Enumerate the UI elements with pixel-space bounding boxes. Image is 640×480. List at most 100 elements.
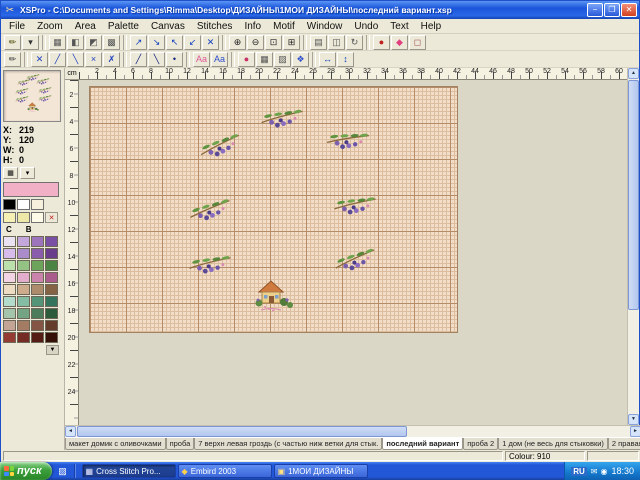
minimize-button[interactable]: − [587,3,603,17]
palette-swatch[interactable] [3,296,16,307]
vertical-scroll-thumb[interactable] [628,80,639,310]
zoom-in-icon[interactable]: ⊕ [229,35,246,50]
palette-swatch[interactable] [31,320,44,331]
quarter-stitch-icon[interactable]: ◩ [85,35,102,50]
palette-swatch[interactable] [17,236,30,247]
palette-swatch[interactable] [17,284,30,295]
light-color-swatch[interactable] [17,212,30,223]
flip-horizontal-icon[interactable]: ↔ [319,52,336,67]
palette-swatch[interactable] [17,248,30,259]
design-tab[interactable]: макет домик с оливочками [65,438,166,450]
cross-stitch-icon[interactable]: ✕ [202,35,219,50]
backstitch-line-icon[interactable]: ╱ [130,52,147,67]
menu-item[interactable]: Text [384,19,414,33]
fill-tool-icon[interactable]: ▩ [103,35,120,50]
palette-swatch[interactable] [31,260,44,271]
tray-icon[interactable]: ✉ [591,467,598,476]
stitch-grid[interactable] [89,86,458,333]
quarter-cross-icon[interactable]: × [85,52,102,67]
design-tab[interactable]: последний вариант [382,438,463,450]
palette-scroll-down-button[interactable]: ▼ [46,345,59,355]
horizontal-scrollbar[interactable]: ◄ ► [65,425,640,437]
palette-swatch[interactable] [45,284,58,295]
horizontal-scroll-thumb[interactable] [77,426,407,437]
menu-item[interactable]: Info [238,19,267,33]
scroll-right-arrow[interactable]: ► [630,426,640,437]
palette-swatch[interactable] [31,248,44,259]
scroll-up-arrow[interactable]: ▲ [628,68,639,79]
half-stitch-icon[interactable]: ◧ [67,35,84,50]
light-color-swatch[interactable] [31,212,44,223]
palette-swatch[interactable] [45,236,58,247]
language-indicator[interactable]: RU [571,467,587,476]
tray-icon[interactable]: ◉ [600,467,607,476]
menu-item[interactable]: Window [301,19,349,33]
knot-dot-icon[interactable]: • [166,52,183,67]
half-cross-nw-icon[interactable]: ╲ [67,52,84,67]
palette-swatch[interactable] [31,284,44,295]
taskbar-task-cross-stitch[interactable]: ▦ Cross Stitch Pro... [82,464,176,478]
menu-item[interactable]: Stitches [191,19,239,33]
palette-swatch[interactable] [17,296,30,307]
menu-item[interactable]: Palette [102,19,145,33]
design-canvas[interactable] [79,80,629,425]
palette-swatch[interactable] [45,272,58,283]
backstitch-ne-icon[interactable]: ↗ [130,35,147,50]
close-button[interactable]: ✕ [621,3,637,17]
quick-launch-icon[interactable]: ▨ [56,464,70,478]
bead-icon[interactable]: ◆ [391,35,408,50]
palette-dropdown-icon[interactable]: ▾ [20,167,35,179]
vertical-scrollbar[interactable]: ▲ ▼ [627,68,639,425]
design-tab[interactable]: 2 правая ниж гр. [608,438,640,450]
backstitch-sw-icon[interactable]: ↙ [184,35,201,50]
half-cross-ne-icon[interactable]: ╱ [49,52,66,67]
menu-item[interactable]: Zoom [31,19,69,33]
palette-swatch[interactable] [3,332,16,343]
full-stitch-icon[interactable]: ▦ [49,35,66,50]
palette-swatch[interactable] [17,308,30,319]
palette-swatch[interactable] [3,284,16,295]
backstitch-se-icon[interactable]: ↘ [148,35,165,50]
design-tab[interactable]: 7 верхн левая гроздь (с частью ниж ветки… [194,438,382,450]
zoom-fit-icon[interactable]: ⊞ [283,35,300,50]
design-tab[interactable]: 1 дом (не весь для стыковки) [498,438,608,450]
palette-swatch[interactable] [17,272,30,283]
menu-item[interactable]: Help [415,19,448,33]
zoom-actual-icon[interactable]: ⊡ [265,35,282,50]
palette-swatch[interactable] [45,332,58,343]
light-color-swatch[interactable] [3,212,16,223]
basic-color-swatch[interactable] [31,199,44,210]
palette-swatch[interactable] [3,320,16,331]
palette-swatch[interactable] [3,260,16,271]
scroll-left-arrow[interactable]: ◄ [65,426,76,437]
palette-swatch[interactable] [31,308,44,319]
palette-swatch[interactable] [45,320,58,331]
palette-swatch[interactable] [31,272,44,283]
draw-tool-icon[interactable]: ✏ [4,35,21,50]
flip-vertical-icon[interactable]: ↕ [337,52,354,67]
basic-color-swatch[interactable] [3,199,16,210]
menu-item[interactable]: Motif [267,19,301,33]
palette-options-icon[interactable]: ▦ [3,167,18,179]
palette-swatch[interactable] [3,248,16,259]
rotate-icon[interactable]: ↻ [346,35,363,50]
palette-swatch[interactable] [31,296,44,307]
mirror-icon[interactable]: ◫ [328,35,345,50]
palette-swatch[interactable] [45,260,58,271]
delete-color-icon[interactable]: ✕ [45,212,58,223]
color-dot-icon[interactable]: ● [238,52,255,67]
palette-swatch[interactable] [45,248,58,259]
palette-swatch[interactable] [17,332,30,343]
design-tab[interactable]: проба [166,438,195,450]
taskbar-task-embird[interactable]: ◆ Embird 2003 [178,464,272,478]
backstitch-nw-icon[interactable]: ↖ [166,35,183,50]
menu-item[interactable]: Undo [348,19,384,33]
palette-swatch[interactable] [3,236,16,247]
start-button[interactable]: пуск [0,462,52,480]
motif-icon[interactable]: ❖ [292,52,309,67]
pattern-icon[interactable]: ▨ [274,52,291,67]
current-color-swatch[interactable] [3,182,59,197]
taskbar-task-folder[interactable]: ▣ 1МОИ ДИЗАЙНЫ [274,464,368,478]
palette-swatch[interactable] [3,308,16,319]
long-stitch-icon[interactable]: ╲ [148,52,165,67]
